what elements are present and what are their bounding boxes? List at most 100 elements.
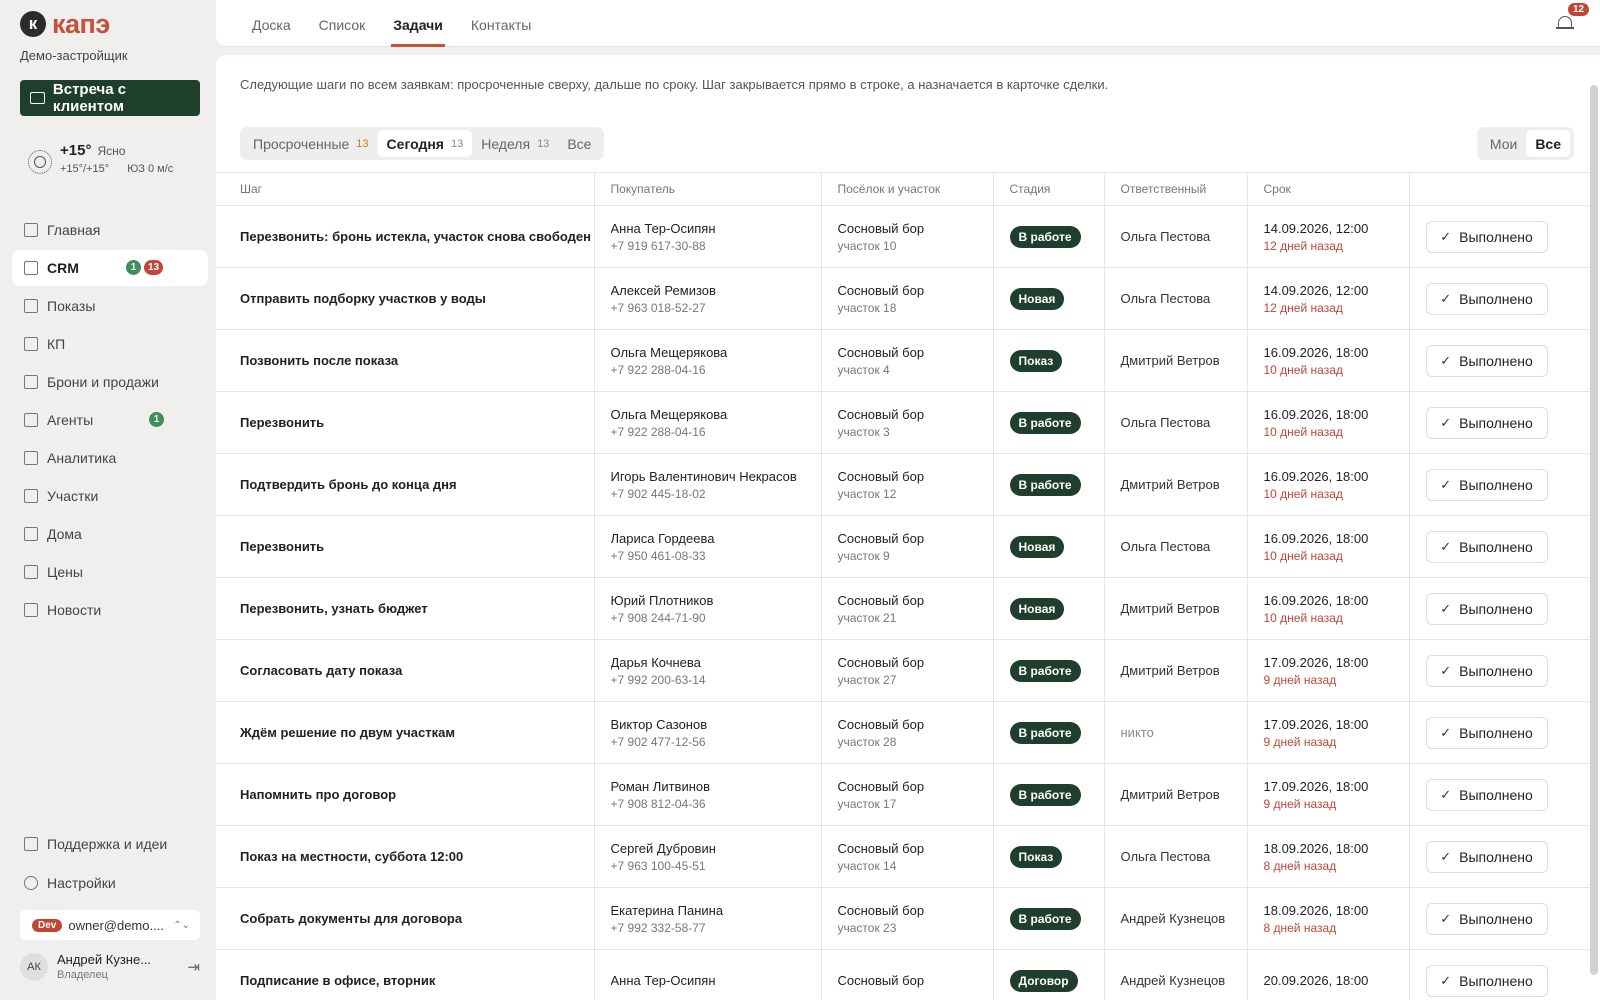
check-icon: ✓ [1440,972,1452,988]
sidebar-item-houses[interactable]: Дома [12,516,208,552]
buyer-cell[interactable]: Роман Литвинов +7 908 812-04-36 [593,763,821,826]
stage-badge: Новая [1009,287,1065,310]
sidebar-item-plots[interactable]: Участки [12,478,208,514]
stage-badge: Новая [1009,597,1065,620]
filter-overdue[interactable]: Просроченные 13 [244,130,378,157]
mark-done-button[interactable]: ✓ Выполнено [1425,778,1548,811]
buyer-cell[interactable]: Дарья Кочнева +7 992 200-63-14 [593,639,821,702]
sidebar-item-news[interactable]: Новости [12,592,208,628]
buyer-cell[interactable]: Анна Тер-Осипян +7 919 617-30-88 [593,205,821,268]
period-filter: Просроченные 13 Сегодня 13 Неделя 13 Все [240,127,605,160]
scope-mine[interactable]: Мои [1481,130,1526,157]
buyer-name: Роман Литвинов [610,778,711,794]
account-switcher[interactable]: Dev owner@demo.... ⌃⌄ [20,910,200,940]
table-row[interactable]: Подтвердить бронь до конца дня Игорь Вале… [216,453,1590,516]
scope-all[interactable]: Все [1526,130,1570,157]
mark-done-button[interactable]: ✓ Выполнено [1425,840,1548,873]
table-row[interactable]: Ждём решение по двум участкам Виктор Сазо… [216,701,1590,764]
logout-icon[interactable]: ⇥ [187,958,200,976]
col-buyer[interactable]: Покупатель [593,172,821,206]
actions-cell: ✓ Выполнено [1408,701,1590,764]
buyer-cell[interactable]: Юрий Плотников +7 908 244-71-90 [593,577,821,640]
table-row[interactable]: Показ на местности, суббота 12:00 Сергей … [216,825,1590,888]
mark-done-button[interactable]: ✓ Выполнено [1425,220,1548,253]
sidebar-item-showings[interactable]: Показы [12,288,208,324]
mark-done-button[interactable]: ✓ Выполнено [1425,902,1548,935]
table-row[interactable]: Согласовать дату показа Дарья Кочнева +7 9… [216,639,1590,702]
table-row[interactable]: Подписание в офисе, вторник Анна Тер-Осип… [216,949,1590,1000]
due-date: 16.09.2026, 18:00 [1263,406,1369,422]
mark-done-button[interactable]: ✓ Выполнено [1425,344,1548,377]
mark-done-button[interactable]: ✓ Выполнено [1425,964,1548,997]
table-row[interactable]: Перезвонить: бронь истекла, участок снов… [216,205,1590,268]
buyer-cell[interactable]: Виктор Сазонов +7 902 477-12-56 [593,701,821,764]
buyer-cell[interactable]: Алексей Ремизов +7 963 018-52-27 [593,267,821,330]
stage-badge: Договор [1009,969,1078,992]
overdue-label: 10 дней назад [1263,424,1343,439]
col-responsible[interactable]: Ответственный [1103,172,1247,206]
check-icon: ✓ [1440,538,1452,554]
tab-list[interactable]: Список [319,0,366,47]
sidebar-item-kp[interactable]: КП [12,326,208,362]
sidebar-item-bookings[interactable]: Брони и продажи [12,364,208,400]
sidebar-item-agents[interactable]: Агенты 1 [12,402,208,438]
check-icon: ✓ [1440,414,1452,430]
village-cell: Сосновый бор участок 27 [820,639,993,702]
table-row[interactable]: Позвонить после показа Ольга Мещерякова +7… [216,329,1590,392]
table-row[interactable]: Отправить подборку участков у воды Алексе… [216,267,1590,330]
sidebar-item-analytics[interactable]: Аналитика [12,440,208,476]
buyer-name: Анна Тер-Осипян [610,220,716,236]
stage-cell: В работе [992,639,1104,702]
logo[interactable]: к капэ [20,10,110,38]
sidebar-item-crm[interactable]: CRM 1 13 [12,250,208,286]
mark-done-button[interactable]: ✓ Выполнено [1425,592,1548,625]
document-icon [24,337,38,351]
tab-board[interactable]: Доска [252,0,291,47]
buyer-cell[interactable]: Лариса Гордеева +7 950 461-08-33 [593,515,821,578]
avatar[interactable]: АК [20,952,48,981]
tab-contacts[interactable]: Контакты [471,0,531,47]
buyer-cell[interactable]: Ольга Мещерякова +7 922 288-04-16 [593,391,821,454]
table-row[interactable]: Собрать документы для договора Екатерина … [216,887,1590,950]
buyer-cell[interactable]: Сергей Дубровин +7 963 100-45-51 [593,825,821,888]
crm-tabs: Доска Список Задачи Контакты [252,0,531,47]
mark-done-button[interactable]: ✓ Выполнено [1425,716,1548,749]
sidebar-item-prices[interactable]: Цены [12,554,208,590]
table-row[interactable]: Напомнить про договор Роман Литвинов +7 90… [216,763,1590,826]
sidebar-item-label: Аналитика [47,450,117,466]
mark-done-button[interactable]: ✓ Выполнено [1425,654,1548,687]
table-row[interactable]: Перезвонить, узнать бюджет Юрий Плотников… [216,577,1590,640]
buyer-cell[interactable]: Ольга Мещерякова +7 922 288-04-16 [593,329,821,392]
due-date: 17.09.2026, 18:00 [1263,778,1369,794]
gear-icon [24,876,38,890]
sidebar-item-support[interactable]: Поддержка и идеи [12,826,208,862]
table-row[interactable]: Перезвонить Ольга Мещерякова +7 922 288-04… [216,391,1590,454]
scrollbar[interactable] [1590,85,1598,975]
mark-done-button[interactable]: ✓ Выполнено [1425,406,1548,439]
user-role: Владелец [57,969,108,981]
bell-icon[interactable]: 12 [1556,3,1590,32]
buyer-phone: +7 919 617-30-88 [610,238,706,253]
mark-done-button[interactable]: ✓ Выполнено [1425,468,1548,501]
buyer-cell[interactable]: Игорь Валентинович Некрасов +7 902 445-18… [593,453,821,516]
client-meeting-button[interactable]: Встреча с клиентом [20,80,200,116]
filter-all[interactable]: Все [558,130,600,157]
col-stage[interactable]: Стадия [992,172,1104,206]
mark-done-button[interactable]: ✓ Выполнено [1425,530,1548,563]
sidebar-item-label: Показы [47,298,96,314]
buyer-cell[interactable]: Екатерина Панина +7 992 332-58-77 [593,887,821,950]
col-step[interactable]: Шаг [216,172,594,206]
filter-week[interactable]: Неделя 13 [472,130,558,157]
crm-green-badge: 1 [126,260,141,275]
mark-done-button[interactable]: ✓ Выполнено [1425,282,1548,315]
chevron-updown-icon: ⌃⌄ [173,919,190,931]
table-row[interactable]: Перезвонить Лариса Гордеева +7 950 461-08-… [216,515,1590,578]
col-village[interactable]: Посёлок и участок [820,172,993,206]
overdue-label: 9 дней назад [1263,672,1337,687]
filter-today[interactable]: Сегодня 13 [377,130,473,157]
buyer-cell[interactable]: Анна Тер-Осипян [593,949,821,1000]
sidebar-item-settings[interactable]: Настройки [12,865,208,901]
tab-tasks[interactable]: Задачи [391,0,445,47]
col-due[interactable]: Срок [1246,172,1409,206]
sidebar-item-home[interactable]: Главная [12,212,208,248]
